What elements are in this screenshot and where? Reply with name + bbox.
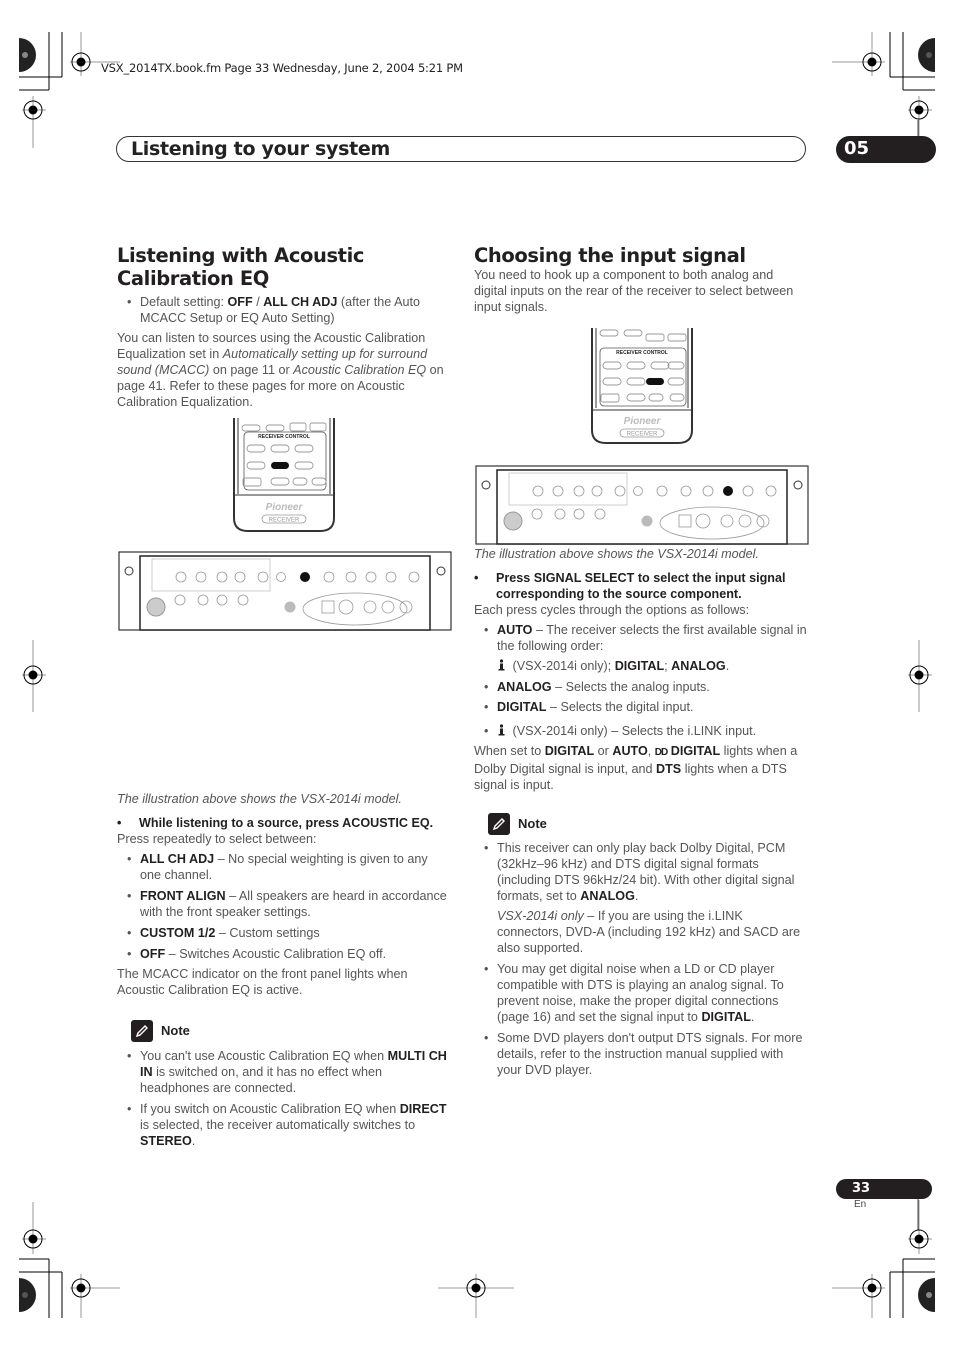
option-item: OFF – Switches Acoustic Calibration EQ o… <box>117 946 452 962</box>
acoustic-eq-button-highlight <box>271 462 289 469</box>
illustration-caption: The illustration above shows the VSX-201… <box>474 547 759 561</box>
section-heading: Listening with Acoustic Calibration EQ <box>117 244 365 290</box>
intro-paragraph: You can listen to sources using the Acou… <box>117 331 444 409</box>
section-heading: Choosing the input signal <box>474 244 746 267</box>
option-item: DIGITAL – Selects the digital input. <box>474 699 809 715</box>
note-heading: Note <box>488 813 809 835</box>
indicator-text: When set to DIGITAL or AUTO, DD DIGITAL … <box>474 744 798 792</box>
print-header: VSX_2014TX.book.fm Page 33 Wednesday, Ju… <box>101 61 463 75</box>
ilink-icon <box>498 659 505 671</box>
option-item: AUTO – The receiver selects the first av… <box>474 622 809 654</box>
chapter-title-bar: Listening to your system <box>116 136 806 162</box>
pioneer-logo: Pioneer <box>624 416 662 427</box>
front-panel-illustration <box>475 465 809 545</box>
dolby-icon: DD <box>654 747 668 758</box>
default-setting: Default setting: OFF / ALL CH ADJ (after… <box>117 294 452 326</box>
receiver-badge: RECEIVER <box>627 432 658 438</box>
pencil-icon <box>488 813 510 835</box>
signal-select-button-highlight <box>723 486 733 496</box>
instruction-sub: Press repeatedly to select between: <box>117 832 317 846</box>
pioneer-logo: Pioneer <box>266 502 304 513</box>
instruction-sub: Each press cycles through the options as… <box>474 603 750 617</box>
mcacc-indicator-text: The MCACC indicator on the front panel l… <box>117 967 408 997</box>
note-item: If you switch on Acoustic Calibration EQ… <box>117 1101 452 1149</box>
instruction-step: Press SIGNAL SELECT to select the input … <box>474 570 809 602</box>
page-number: 33 <box>852 1181 871 1196</box>
option-item: ALL CH ADJ – No special weighting is giv… <box>117 851 452 883</box>
note-item: You can't use Acoustic Calibration EQ wh… <box>117 1048 452 1096</box>
note-subitem: VSX-2014i only – If you are using the i.… <box>497 909 801 955</box>
option-item: (VSX-2014i only) – Selects the i.LINK in… <box>474 723 809 739</box>
remote-section-label: RECEIVER CONTROL <box>258 434 310 440</box>
chapter-title: Listening to your system <box>131 138 390 160</box>
intro-paragraph: You need to hook up a component to both … <box>474 268 794 314</box>
receiver-badge: RECEIVER <box>269 518 300 524</box>
instruction-step: While listening to a source, press ACOUS… <box>117 815 452 831</box>
acoustic-eq-button-highlight <box>300 572 310 582</box>
auto-order: (VSX-2014i only); DIGITAL; ANALOG. <box>474 658 809 674</box>
option-item: FRONT ALIGN – All speakers are heard in … <box>117 888 452 920</box>
note-heading: Note <box>131 1020 452 1042</box>
option-item: ANALOG – Selects the analog inputs. <box>474 679 809 695</box>
remote-control-illustration: RECEIVER CONTROL Pioneer RECEIVER <box>233 418 335 532</box>
remote-section-label: RECEIVER CONTROL <box>616 350 668 356</box>
section-acoustic-eq: Listening with Acoustic Calibration EQ D… <box>117 244 452 1149</box>
chapter-number-badge: 05 <box>836 136 936 163</box>
illustration-caption: The illustration above shows the VSX-201… <box>117 792 402 806</box>
note-item: You may get digital noise when a LD or C… <box>474 961 809 1025</box>
page-number-badge: 33 <box>836 1179 932 1199</box>
pencil-icon <box>131 1020 153 1042</box>
note-item: This receiver can only play back Dolby D… <box>474 840 809 904</box>
ilink-icon <box>498 724 505 736</box>
note-item: Some DVD players don't output DTS signal… <box>474 1030 809 1078</box>
front-panel-illustration <box>118 551 452 631</box>
option-item: CUSTOM 1/2 – Custom settings <box>117 925 452 941</box>
chapter-number: 05 <box>844 138 870 159</box>
page-language: En <box>854 1199 867 1210</box>
remote-control-illustration: RECEIVER CONTROL Pioneer RECEIVER <box>591 328 693 444</box>
signal-select-button-highlight <box>646 378 664 385</box>
